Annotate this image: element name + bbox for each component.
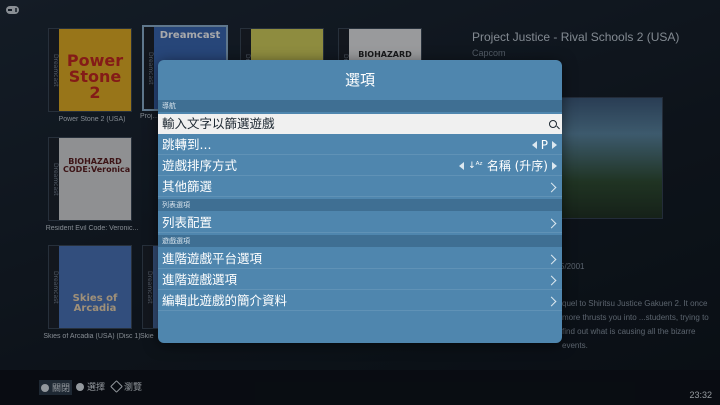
section-list-options: 列表選項 <box>158 199 562 211</box>
sort-games-label: 遊戲排序方式 <box>162 158 238 173</box>
other-filters-row[interactable]: 其他篩選 <box>158 177 562 197</box>
options-dialog: 選項 導航 輸入文字以篩選遊戲 跳轉到... P 遊戲排序方式 ↓ᴬᶻ 名稱 (… <box>158 60 562 343</box>
other-filters-label: 其他篩選 <box>162 179 213 194</box>
platform-options-row[interactable]: 進階遊戲平台選項 <box>158 249 562 269</box>
arrow-left-icon[interactable] <box>531 141 537 149</box>
chevron-right-icon <box>546 296 557 306</box>
chevron-right-icon <box>546 254 557 264</box>
arrow-right-icon[interactable] <box>552 162 557 170</box>
arrow-left-icon[interactable] <box>459 162 465 170</box>
game-options-row[interactable]: 進階遊戲選項 <box>158 270 562 290</box>
filter-games-label: 輸入文字以篩選遊戲 <box>162 116 275 131</box>
jump-to-row[interactable]: 跳轉到... P <box>158 135 562 155</box>
edit-metadata-label: 編輯此遊戲的簡介資料 <box>162 293 288 308</box>
sort-games-value: 名稱 (升序) <box>486 159 548 173</box>
filter-games-row[interactable]: 輸入文字以篩選遊戲 <box>158 114 562 134</box>
chevron-right-icon <box>546 218 557 228</box>
list-config-row[interactable]: 列表配置 <box>158 213 562 233</box>
sort-games-row[interactable]: 遊戲排序方式 ↓ᴬᶻ 名稱 (升序) <box>158 156 562 176</box>
platform-options-label: 進階遊戲平台選項 <box>162 251 263 266</box>
jump-to-label: 跳轉到... <box>162 137 212 152</box>
sort-alpha-icon: ↓ᴬᶻ <box>468 160 483 171</box>
edit-metadata-row[interactable]: 編輯此遊戲的簡介資料 <box>158 291 562 311</box>
section-navigation: 導航 <box>158 100 562 112</box>
chevron-right-icon <box>546 275 557 285</box>
list-config-label: 列表配置 <box>162 215 213 230</box>
section-game-options: 遊戲選項 <box>158 235 562 247</box>
chevron-right-icon <box>546 182 557 192</box>
game-options-label: 進階遊戲選項 <box>162 272 238 287</box>
dialog-title: 選項 <box>344 71 375 89</box>
jump-to-value: P <box>540 138 548 152</box>
search-icon <box>549 120 557 128</box>
arrow-right-icon[interactable] <box>552 141 557 149</box>
